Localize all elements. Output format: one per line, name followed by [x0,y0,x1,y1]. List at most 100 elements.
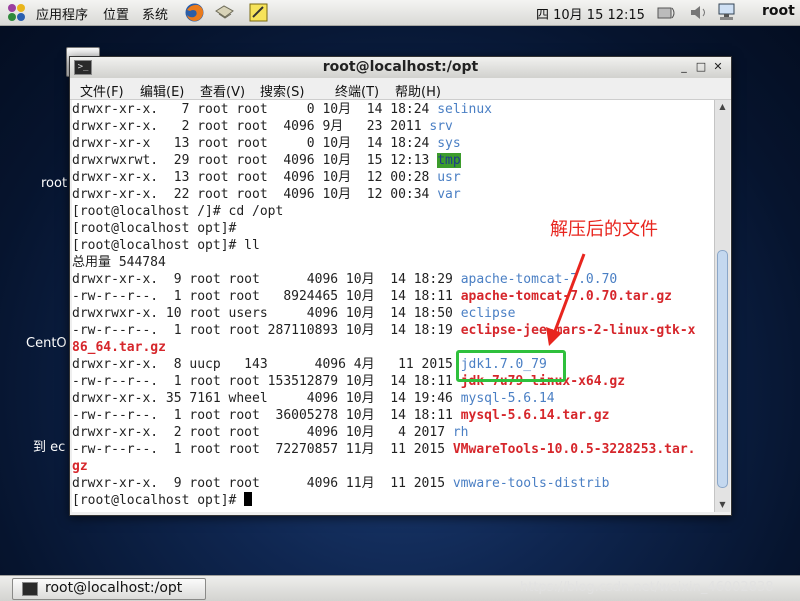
terminal-line: [root@localhost opt]# [72,492,253,509]
speaker-icon[interactable] [688,2,709,23]
terminal-output[interactable]: drwxr-xr-x. 7 root root 0 10月 14 18:24 s… [72,100,714,512]
menu-edit[interactable]: 编辑(E) [140,81,184,100]
file-name: var [437,187,461,202]
file-name: srv [429,119,453,134]
menu-terminal[interactable]: 终端(T) [335,81,379,100]
line-text: drwxr-xr-x. 9 root root 4096 10月 14 18:2… [72,272,461,287]
terminal-line: [root@localhost opt]# ll [72,237,260,254]
file-name: apache-tomcat-7.0.70 [460,272,618,287]
text-editor-icon[interactable] [248,2,269,23]
scroll-up-icon[interactable]: ▲ [715,100,730,114]
volume-icon[interactable] [657,2,678,23]
terminal-line: drwxr-xr-x. 2 root root 4096 10月 4 2017 … [72,424,469,441]
terminal-line: [root@localhost /]# cd /opt [72,203,283,220]
file-name: eclipse-jee-mars-2-linux-gtk-x [460,323,696,338]
menu-applications[interactable]: 应用程序 [36,4,88,23]
network-icon[interactable] [716,2,737,23]
line-text: drwxr-xr-x. 2 root root 4096 9月 23 2011 [72,119,430,134]
bottom-panel: root@localhost:/opt https://blog.csdn.ne… [0,575,800,601]
annotation-label: 解压后的文件 [550,219,658,240]
scroll-down-icon[interactable]: ▼ [715,498,730,512]
terminal-line: -rw-r--r--. 1 root root 287110893 10月 14… [72,322,696,339]
line-text: -rw-r--r--. 1 root root 287110893 10月 14… [72,323,461,338]
file-name: VMwareTools-10.0.5-3228253.tar. [452,442,696,457]
highlight-box [456,350,566,382]
menu-view[interactable]: 查看(V) [200,81,245,100]
line-text: -rw-r--r--. 1 root root 153512879 10月 14… [72,374,461,389]
desktop-label-root[interactable]: root [41,176,67,191]
file-name: usr [437,170,461,185]
terminal-line: [root@localhost opt]# [72,220,244,237]
line-text: drwxr-xr-x 13 root root 0 10月 14 18:24 [72,136,438,151]
line-text: [root@localhost opt]# [72,493,245,508]
top-panel: 应用程序 位置 系统 四 10月 15 12:15 root [0,0,800,26]
terminal-line: gz [72,458,88,475]
file-name: sys [437,136,461,151]
file-name: apache-tomcat-7.0.70.tar.gz [460,289,673,304]
line-text: 总用量 544784 [72,255,166,270]
terminal-line: drwxr-xr-x. 2 root root 4096 9月 23 2011 … [72,118,453,135]
terminal-line: 86_64.tar.gz [72,339,166,356]
file-name: 86_64.tar.gz [72,340,166,355]
menu-bar: 文件(F) 编辑(E) 查看(V) 搜索(S) 终端(T) 帮助(H) [70,78,731,100]
terminal-line: drwxr-xr-x. 7 root root 0 10月 14 18:24 s… [72,101,492,118]
line-text: drwxr-xr-x. 2 root root 4096 10月 4 2017 [72,425,453,440]
file-name: mysql-5.6.14 [460,391,555,406]
line-text: -rw-r--r--. 1 root root 8924465 10月 14 1… [72,289,461,304]
minimize-button[interactable]: _ [677,60,691,74]
line-text: drwxr-xr-x. 22 root root 4096 10月 12 00:… [72,187,438,202]
maximize-button[interactable]: □ [694,60,708,74]
scrollbar[interactable]: ▲ ▼ [714,100,730,512]
menu-system[interactable]: 系统 [142,4,168,23]
terminal-line: drwxrwxr-x. 10 root users 4096 10月 14 18… [72,305,515,322]
terminal-line: drwxr-xr-x. 9 root root 4096 10月 14 18:2… [72,271,617,288]
menu-file[interactable]: 文件(F) [80,81,124,100]
window-title: root@localhost:/opt [322,59,479,75]
line-text: drwxr-xr-x. 13 root root 4096 10月 12 00:… [72,170,438,185]
terminal-window: >_ root@localhost:/opt _ □ ✕ 文件(F) 编辑(E)… [69,56,732,516]
file-name: eclipse [460,306,516,321]
taskbar-window-button[interactable]: root@localhost:/opt [12,578,206,600]
desktop-label-centos[interactable]: CentO [26,336,67,351]
line-text: drwxr-xr-x. 35 7161 wheel 4096 10月 14 19… [72,391,461,406]
close-button[interactable]: ✕ [711,60,725,74]
file-name: vmware-tools-distrib [452,476,610,491]
terminal-line: -rw-r--r--. 1 root root 8924465 10月 14 1… [72,288,672,305]
title-bar[interactable]: >_ root@localhost:/opt _ □ ✕ [70,57,731,79]
terminal-line: drwxr-xr-x 13 root root 0 10月 14 18:24 s… [72,135,461,152]
line-text: drwxr-xr-x. 7 root root 0 10月 14 18:24 [72,102,438,117]
watermark: https://blog.csdn.net/weixin_46002838 [520,580,774,595]
terminal-line: drwxrwxrwt. 29 root root 4096 10月 15 12:… [72,152,461,169]
menu-help[interactable]: 帮助(H) [395,81,441,100]
line-text: [root@localhost /]# cd /opt [72,204,284,219]
clock[interactable]: 四 10月 15 12:15 [536,4,645,23]
terminal-line: -rw-r--r--. 1 root root 36005278 10月 14 … [72,407,609,424]
terminal-icon [22,582,38,596]
line-text: -rw-r--r--. 1 root root 36005278 10月 14 … [72,408,461,423]
terminal-line: drwxr-xr-x. 22 root root 4096 10月 12 00:… [72,186,461,203]
firefox-icon[interactable] [184,2,205,23]
terminal-line: drwxr-xr-x. 13 root root 4096 10月 12 00:… [72,169,461,186]
desktop-label-ec[interactable]: 到 ec [33,436,65,455]
user-name[interactable]: root [762,3,795,19]
terminal-line: 总用量 544784 [72,254,166,271]
line-text: drwxr-xr-x. 9 root root 4096 11月 11 2015 [72,476,453,491]
line-text: drwxr-xr-x. 8 uucp 143 4096 4月 11 2015 [72,357,461,372]
menu-places[interactable]: 位置 [103,4,129,23]
apps-logo-icon[interactable] [6,2,27,23]
terminal-line: drwxr-xr-x. 9 root root 4096 11月 11 2015… [72,475,609,492]
line-text: drwxrwxrwt. 29 root root 4096 10月 15 12:… [72,153,438,168]
terminal-line: drwxr-xr-x. 35 7161 wheel 4096 10月 14 19… [72,390,555,407]
line-text: [root@localhost opt]# [72,221,245,236]
file-name: rh [452,425,469,440]
mail-client-icon[interactable] [214,2,235,23]
file-name: mysql-5.6.14.tar.gz [460,408,610,423]
text-cursor [244,492,253,506]
scroll-thumb[interactable] [717,250,728,488]
file-name: gz [72,459,88,474]
terminal-line: -rw-r--r--. 1 root root 72270857 11月 11 … [72,441,696,458]
file-name: tmp [437,153,461,168]
line-text: drwxrwxr-x. 10 root users 4096 10月 14 18… [72,306,461,321]
menu-search[interactable]: 搜索(S) [260,81,304,100]
line-text: [root@localhost opt]# ll [72,238,260,253]
